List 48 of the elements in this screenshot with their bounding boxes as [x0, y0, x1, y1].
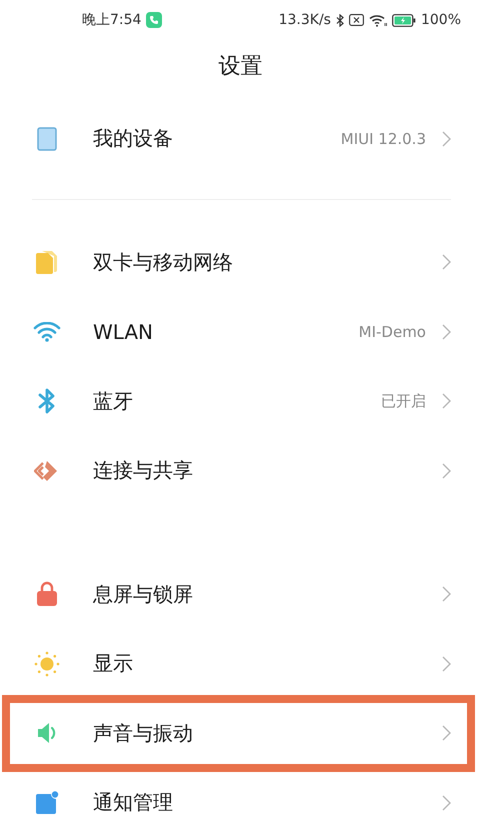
device-icon — [37, 126, 57, 151]
settings-row[interactable]: 连接与共享 — [0, 436, 481, 506]
row-label: 息屏与锁屏 — [93, 580, 194, 608]
row-label: 声音与振动 — [93, 720, 194, 747]
speaker-icon — [36, 721, 58, 746]
settings-row[interactable]: 声音与振动 — [0, 698, 481, 768]
chevron-icon — [442, 794, 451, 811]
chevron-icon — [442, 586, 451, 602]
wifi-icon — [368, 14, 387, 26]
settings-row[interactable]: 我的设备 MIUI 12.0.3 — [0, 104, 481, 174]
settings-row[interactable]: 通知管理 — [0, 768, 481, 822]
chevron-icon — [442, 656, 451, 672]
status-time: 晚上7:54 — [82, 11, 142, 29]
chevron-icon — [442, 462, 451, 479]
settings-row[interactable]: 蓝牙 已开启 — [0, 366, 481, 436]
row-value: MIUI 12.0.3 — [340, 130, 426, 148]
row-label: 通知管理 — [93, 789, 174, 816]
row-value: 已开启 — [381, 392, 426, 411]
phone-call-icon — [146, 12, 162, 28]
settings-row[interactable]: 息屏与锁屏 — [0, 560, 481, 629]
chevron-icon — [442, 324, 451, 340]
bluetooth-icon — [336, 14, 344, 26]
row-label: 双卡与移动网络 — [93, 248, 234, 276]
sim-off-icon — [348, 14, 364, 26]
chevron-icon — [442, 254, 451, 270]
battery-icon — [392, 14, 416, 26]
row-label: 蓝牙 — [93, 388, 134, 415]
chevron-icon — [442, 393, 451, 410]
page-title: 设置 — [218, 53, 264, 81]
battery-percent: 100% — [420, 12, 461, 28]
settings-row[interactable]: WLAN MI-Demo — [0, 297, 481, 366]
row-value: MI-Demo — [358, 322, 426, 341]
wifi-icon — [33, 322, 61, 342]
sun-icon — [34, 650, 60, 677]
row-label: WLAN — [93, 320, 154, 344]
network-speed: 13.3K/s — [278, 12, 331, 28]
notification-icon — [35, 790, 59, 815]
chevron-icon — [442, 130, 451, 147]
bluetooth-icon — [37, 388, 57, 414]
share-icon — [34, 458, 60, 483]
row-label: 显示 — [93, 650, 134, 678]
settings-row[interactable]: 双卡与移动网络 — [0, 228, 481, 297]
chevron-icon — [442, 725, 451, 742]
row-label: 我的设备 — [93, 125, 174, 152]
lock-icon — [36, 581, 58, 608]
sim-card-icon — [36, 250, 58, 274]
settings-row[interactable]: 显示 — [0, 629, 481, 698]
row-label: 连接与共享 — [93, 457, 194, 484]
